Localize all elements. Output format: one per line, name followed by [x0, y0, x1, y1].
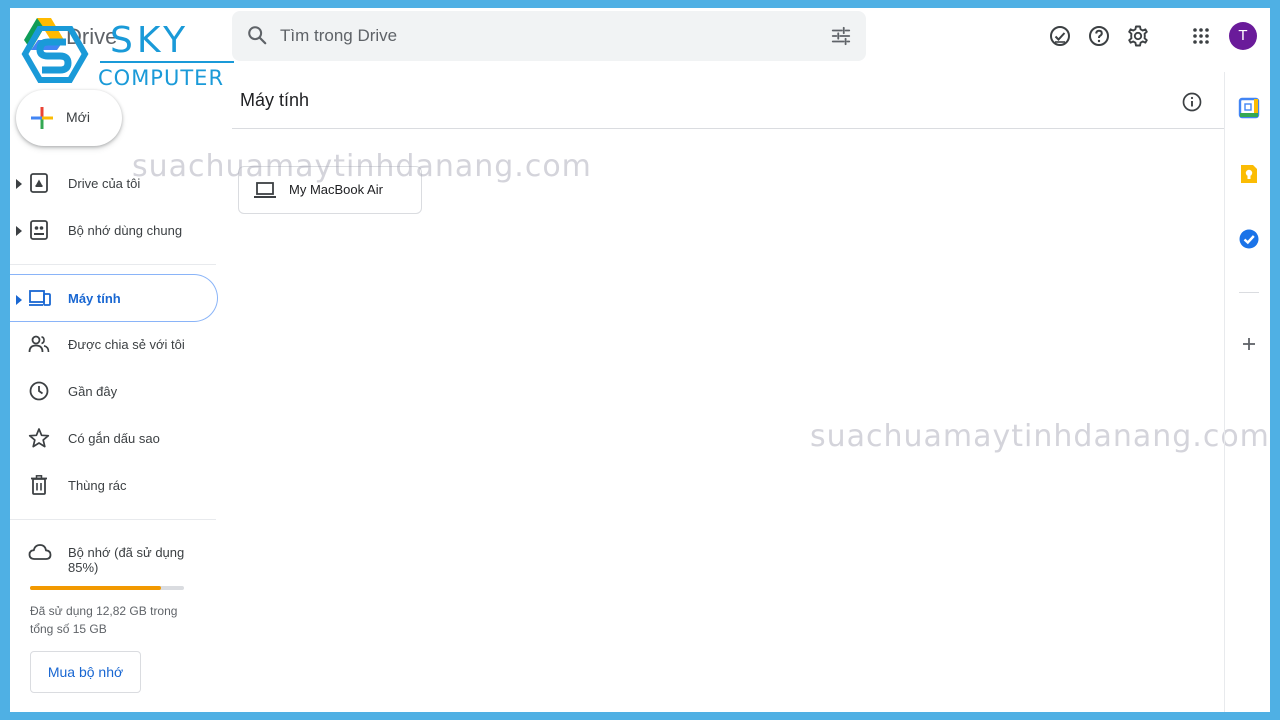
sidebar-item-computers[interactable]: Máy tính: [10, 274, 218, 322]
watermark-logo-sky: SKY: [110, 20, 190, 61]
sidebar-item-recent[interactable]: Gần đây: [10, 369, 216, 413]
account-avatar[interactable]: T: [1229, 22, 1257, 50]
star-icon: [28, 428, 50, 448]
tune-icon[interactable]: [830, 25, 852, 47]
sidebar-item-starred[interactable]: Có gắn dấu sao: [10, 416, 216, 460]
sidebar-item-label: Được chia sẻ với tôi: [68, 337, 185, 352]
calendar-icon[interactable]: [1238, 97, 1260, 119]
clock-icon: [29, 381, 49, 401]
sidebar-item-label: Bộ nhớ (đã sử dụng 85%): [68, 545, 185, 575]
people-icon: [28, 335, 50, 353]
sidebar-item-label: Máy tính: [68, 291, 121, 306]
sidebar-item-shared-drives[interactable]: Bộ nhớ dùng chung: [10, 208, 216, 252]
caret-right-icon[interactable]: [16, 295, 22, 305]
header-divider: [232, 128, 1224, 129]
search-bar[interactable]: [232, 11, 866, 61]
trash-icon: [31, 475, 47, 495]
watermark-text: suachuamaytinhdanang.com: [810, 419, 1270, 454]
sidebar-item-trash[interactable]: Thùng rác: [10, 463, 216, 507]
logo-area[interactable]: Drive SKY COMPUTER: [18, 12, 234, 92]
computer-item-label: My MacBook Air: [289, 182, 383, 197]
sidebar-item-label: Gần đây: [68, 384, 118, 399]
page-title: Máy tính: [240, 90, 310, 110]
help-icon[interactable]: [1087, 24, 1111, 48]
plus-icon: [31, 107, 53, 129]
cloud-icon: [28, 544, 52, 560]
shared-drive-icon: [30, 220, 48, 240]
offline-check-icon[interactable]: [1048, 24, 1072, 48]
caret-right-icon[interactable]: [16, 226, 22, 236]
sidebar-divider: [10, 264, 216, 265]
tasks-icon[interactable]: [1238, 228, 1260, 250]
new-button-label: Mới: [66, 109, 90, 125]
computers-icon: [29, 290, 51, 306]
my-drive-icon: [30, 173, 48, 193]
sidebar-item-label: Bộ nhớ dùng chung: [68, 223, 183, 238]
app-window: Drive SKY COMPUTER Tìm trong Drive T Mới…: [10, 8, 1270, 712]
sky-computer-logo-icon: [21, 26, 89, 83]
watermark-text: suachuamaytinhdanang.com: [132, 149, 592, 184]
caret-right-icon[interactable]: [16, 179, 22, 189]
search-icon[interactable]: [246, 24, 268, 46]
add-addon-icon[interactable]: [1238, 333, 1260, 355]
storage-progress-bar: [30, 586, 184, 590]
storage-usage-text: Đã sử dụng 12,82 GB trong tổng số 15 GB: [30, 604, 178, 636]
sidebar-item-label: Thùng rác: [68, 478, 127, 493]
sidebar-item-label: Có gắn dấu sao: [68, 431, 160, 446]
top-bar: Drive SKY COMPUTER Tìm trong Drive T: [10, 8, 1270, 90]
gear-icon[interactable]: [1126, 24, 1150, 48]
search-input[interactable]: [280, 21, 800, 51]
keep-icon[interactable]: [1238, 163, 1260, 185]
new-button[interactable]: Mới: [16, 90, 122, 146]
side-panel-divider: [1224, 72, 1225, 712]
sidebar-divider: [10, 519, 216, 520]
apps-grid-icon[interactable]: [1189, 24, 1213, 48]
watermark-logo-computer: COMPUTER: [98, 66, 225, 90]
side-panel-rule: [1239, 292, 1259, 293]
sidebar-item-shared-with-me[interactable]: Được chia sẻ với tôi: [10, 322, 216, 366]
logo-underline: [100, 61, 234, 63]
buy-storage-button[interactable]: Mua bộ nhớ: [30, 651, 141, 693]
info-icon[interactable]: [1181, 91, 1203, 113]
storage-progress-fill: [30, 586, 161, 590]
sidebar-item-label: Drive của tôi: [68, 176, 141, 191]
sidebar-item-storage[interactable]: Bộ nhớ (đã sử dụng 85%): [10, 530, 216, 575]
